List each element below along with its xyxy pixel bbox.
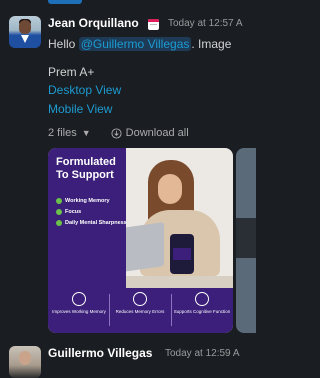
message-text: Hello @Guillermo Villegas. Image bbox=[48, 37, 231, 51]
download-icon bbox=[111, 127, 122, 139]
user-mention[interactable]: @Guillermo Villegas bbox=[78, 37, 192, 51]
feature-item: Reduces Memory Errors bbox=[111, 292, 169, 314]
head-icon bbox=[195, 292, 209, 306]
download-all-button[interactable]: Download all bbox=[111, 127, 189, 139]
message-line: Prem A+ bbox=[48, 65, 95, 79]
download-all-label: Download all bbox=[125, 127, 189, 139]
avatar[interactable] bbox=[9, 16, 41, 48]
check-icon bbox=[56, 198, 62, 204]
benefit-item: Focus bbox=[56, 209, 81, 215]
status-flag-icon bbox=[148, 19, 159, 30]
promo-title: Formulated To Support bbox=[56, 156, 116, 181]
sender-name[interactable]: Jean Orquillano bbox=[48, 16, 139, 30]
image-attachment[interactable]: Formulated To Support Working Memory Foc… bbox=[48, 148, 233, 333]
message-timestamp[interactable]: Today at 12:57 A bbox=[168, 18, 243, 29]
image-attachment-2[interactable] bbox=[236, 148, 256, 333]
feature-item: Improves Working Memory bbox=[50, 292, 108, 314]
files-count[interactable]: 2 files bbox=[48, 127, 77, 139]
check-icon bbox=[56, 220, 62, 226]
promo-panel: Formulated To Support Working Memory Foc… bbox=[48, 148, 127, 288]
benefit-item: Daily Mental Sharpness bbox=[56, 220, 127, 226]
mobile-view-link[interactable]: Mobile View bbox=[48, 102, 112, 116]
message-greeting: Hello bbox=[48, 37, 76, 51]
chevron-down-icon[interactable]: ▼ bbox=[82, 128, 91, 138]
sender-name[interactable]: Guillermo Villegas bbox=[48, 346, 152, 360]
desktop-view-link[interactable]: Desktop View bbox=[48, 83, 121, 97]
scroll-indicator bbox=[48, 0, 82, 4]
brain-icon bbox=[72, 292, 86, 306]
product-bottle-image bbox=[170, 234, 194, 274]
message-timestamp[interactable]: Today at 12:59 A bbox=[165, 348, 240, 359]
files-bar: 2 files ▼ Download all bbox=[48, 127, 189, 139]
benefit-item: Working Memory bbox=[56, 198, 110, 204]
checklist-icon bbox=[133, 292, 147, 306]
message-greeting-tail: . Image bbox=[191, 37, 232, 51]
feature-band: Improves Working Memory Reduces Memory E… bbox=[48, 288, 233, 333]
feature-item: Supports Cognitive Function bbox=[173, 292, 231, 314]
avatar[interactable] bbox=[9, 346, 41, 378]
check-icon bbox=[56, 209, 62, 215]
